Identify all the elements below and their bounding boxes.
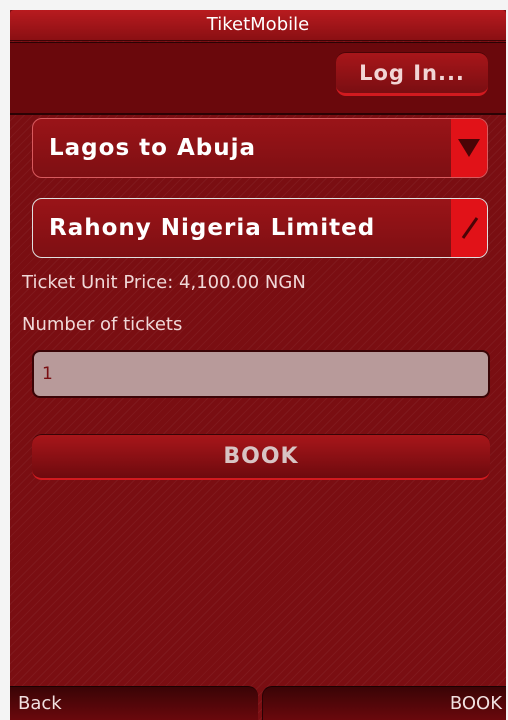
route-select[interactable]: Lagos to Abuja [32, 118, 488, 178]
slash-arrow-icon [461, 217, 479, 239]
phone-screen: TiketMobile Log In... Lagos to Abuja Rah… [10, 10, 506, 720]
ticket-price-text: Ticket Unit Price: 4,100.00 NGN [22, 272, 306, 293]
softkey-back-label: Back [18, 693, 62, 714]
ticket-quantity-label: Number of tickets [22, 314, 183, 335]
dropdown-arrow-icon[interactable] [451, 199, 487, 257]
ticket-quantity-input[interactable] [32, 350, 490, 398]
dropdown-arrow-icon[interactable] [451, 119, 487, 177]
login-button[interactable]: Log In... [336, 52, 488, 96]
softkey-book[interactable]: BOOK [262, 686, 506, 720]
app-title-bar: TiketMobile [10, 10, 506, 41]
softkey-book-label: BOOK [449, 693, 502, 714]
softkey-back[interactable]: Back [10, 686, 258, 720]
company-select-value: Rahony Nigeria Limited [49, 215, 376, 241]
company-select[interactable]: Rahony Nigeria Limited [32, 198, 488, 258]
app-title: TiketMobile [206, 14, 310, 35]
login-button-label: Log In... [359, 61, 465, 85]
book-button-label: BOOK [223, 444, 299, 469]
route-select-value: Lagos to Abuja [49, 135, 256, 161]
book-button[interactable]: BOOK [32, 434, 490, 480]
triangle-down-icon [458, 139, 480, 157]
